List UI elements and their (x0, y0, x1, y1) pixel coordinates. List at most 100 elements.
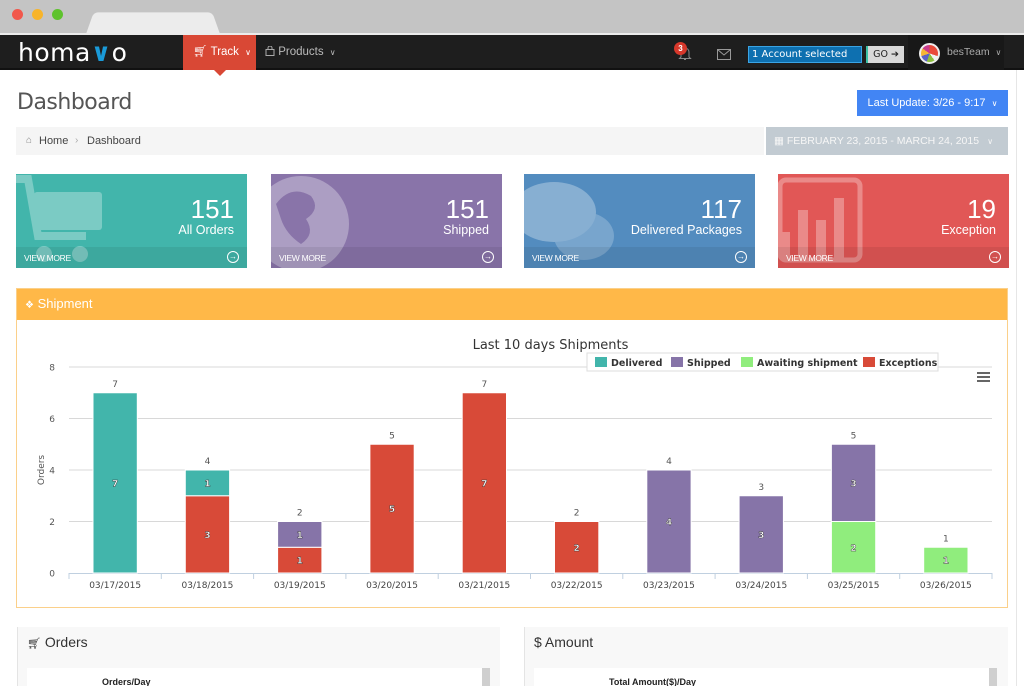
tile-value: 19 (967, 194, 996, 224)
logo-text: homa (18, 38, 91, 67)
view-more-label: VIEW MORE (786, 253, 833, 263)
page-title: Dashboard (17, 90, 132, 115)
y-tick-label: 6 (49, 415, 55, 425)
go-label: GO (873, 49, 888, 60)
logo-text-suffix: o (111, 38, 128, 67)
home-icon: ⌂ (26, 135, 33, 146)
bar-total-label: 2 (574, 509, 580, 519)
view-more-link[interactable]: VIEW MORE → (524, 247, 755, 268)
logo[interactable]: homa∨o (18, 38, 127, 67)
bar-data-label: 3 (204, 531, 210, 541)
tile-shipped: 151 Shipped VIEW MORE → (271, 174, 502, 268)
last-update-label: Last Update: 3/26 - 9:17 (867, 97, 986, 109)
cart-icon: 🛒︎ (27, 638, 41, 650)
browser-tab[interactable] (86, 12, 220, 34)
breadcrumb-home[interactable]: Home (39, 127, 68, 155)
y-tick-label: 8 (49, 364, 55, 374)
x-tick-label: 03/22/2015 (551, 581, 603, 591)
arrow-right-circle-icon: ➔ (890, 49, 899, 60)
bar-data-label: 3 (758, 531, 764, 541)
nav-item-track[interactable]: 🛒︎ Track ∨ (183, 35, 256, 76)
tile-label: Exception (941, 223, 996, 237)
chart-title: Last 10 days Shipments (473, 338, 629, 353)
y-axis-label: Orders (37, 455, 47, 486)
x-tick-label: 03/23/2015 (643, 581, 695, 591)
x-tick-label: 03/25/2015 (828, 581, 880, 591)
notifications-badge: 3 (674, 42, 687, 55)
view-more-link[interactable]: VIEW MORE → (271, 247, 502, 268)
go-button[interactable]: GO ➔ (866, 46, 904, 63)
logo-v-mark: ∨ (90, 38, 112, 67)
chevron-right-icon: › (75, 135, 79, 146)
bar-data-label: 4 (666, 518, 672, 528)
cart-icon: 🛒︎ (193, 46, 208, 58)
legend-item-label: Delivered (611, 358, 662, 369)
date-range-picker[interactable]: ▦ FEBRUARY 23, 2015 - MARCH 24, 2015 ∨ (766, 127, 1008, 155)
view-more-link[interactable]: VIEW MORE → (778, 247, 1009, 268)
arrow-right-circle-icon: → (482, 251, 494, 263)
view-more-label: VIEW MORE (24, 253, 71, 263)
chevron-down-icon: ∨ (329, 48, 336, 57)
chart-menu-icon[interactable] (977, 372, 990, 382)
avatar[interactable] (919, 43, 940, 64)
dollar-icon: $ (534, 634, 542, 650)
chevron-down-icon: ∨ (991, 99, 998, 108)
user-menu-toggle[interactable]: besTeam ∨ (947, 35, 1001, 70)
page-scrollbar-track[interactable] (1016, 70, 1024, 686)
nav-item-products[interactable]: Products ∨ (265, 35, 336, 70)
bar-total-label: 4 (205, 457, 211, 467)
panel-title-text: Amount (544, 634, 594, 650)
amount-panel: $ Amount Total Amount($)/Day (524, 627, 1008, 686)
tile-all-orders: 151 All Orders VIEW MORE → (16, 174, 247, 268)
bar-data-label: 1 (943, 557, 949, 567)
bar-data-label: 5 (389, 505, 395, 515)
amount-chart-area: Total Amount($)/Day (534, 668, 997, 686)
x-tick-label: 03/20/2015 (366, 581, 418, 591)
bar-total-label: 2 (297, 509, 303, 519)
tile-label: Shipped (443, 223, 489, 237)
x-tick-label: 03/21/2015 (458, 581, 510, 591)
minimize-window-button[interactable] (32, 9, 43, 20)
x-tick-label: 03/18/2015 (182, 581, 234, 591)
orders-chart-area: Orders/Day (27, 668, 490, 686)
view-more-link[interactable]: VIEW MORE → (16, 247, 247, 268)
bar-total-label: 7 (481, 380, 487, 390)
gift-icon: ❖ (25, 300, 34, 311)
tile-value: 151 (190, 194, 234, 224)
y-tick-label: 4 (49, 467, 55, 477)
legend-swatch (741, 357, 753, 367)
mail-icon[interactable] (717, 47, 731, 60)
tile-label: Delivered Packages (630, 223, 742, 237)
panel-title-text: Orders (44, 634, 88, 650)
x-tick-label: 03/19/2015 (274, 581, 326, 591)
browser-chrome (0, 0, 1024, 34)
date-range-label: FEBRUARY 23, 2015 - MARCH 24, 2015 (786, 135, 980, 147)
bar-data-label: 1 (204, 479, 210, 489)
last-update-dropdown[interactable]: Last Update: 3/26 - 9:17 ∨ (857, 90, 1008, 116)
arrow-right-circle-icon: → (227, 251, 239, 263)
orders-panel-title: 🛒︎ Orders (27, 634, 88, 650)
scrollbar[interactable] (989, 668, 997, 686)
legend-item-label: Shipped (687, 358, 731, 369)
orders-chart-title: Orders/Day (102, 677, 151, 686)
shipment-panel-header: ❖ Shipment (17, 289, 1007, 320)
maximize-window-button[interactable] (52, 9, 63, 20)
amount-chart-title: Total Amount($)/Day (609, 677, 696, 686)
tile-exception: 19 Exception VIEW MORE → (778, 174, 1009, 268)
chevron-down-icon: ∨ (245, 48, 251, 57)
bar-data-label: 1 (297, 531, 303, 541)
chevron-down-icon: ∨ (984, 137, 994, 146)
bar-total-label: 1 (943, 534, 949, 544)
scrollbar[interactable] (482, 668, 490, 686)
legend-swatch (671, 357, 683, 367)
arrow-right-circle-icon: → (735, 251, 747, 263)
bar-total-label: 3 (758, 483, 764, 493)
legend-swatch (863, 357, 875, 367)
account-selector-input[interactable]: 1 Account selected (748, 46, 862, 63)
bar-data-label: 1 (297, 557, 303, 567)
close-window-button[interactable] (12, 9, 23, 20)
chart-svg: Last 10 days Shipments 0 2 4 6 8 Orders 03/17/2… (37, 338, 993, 591)
view-more-label: VIEW MORE (279, 253, 326, 263)
legend-swatch (595, 357, 607, 367)
x-tick-label: 03/17/2015 (89, 581, 141, 591)
